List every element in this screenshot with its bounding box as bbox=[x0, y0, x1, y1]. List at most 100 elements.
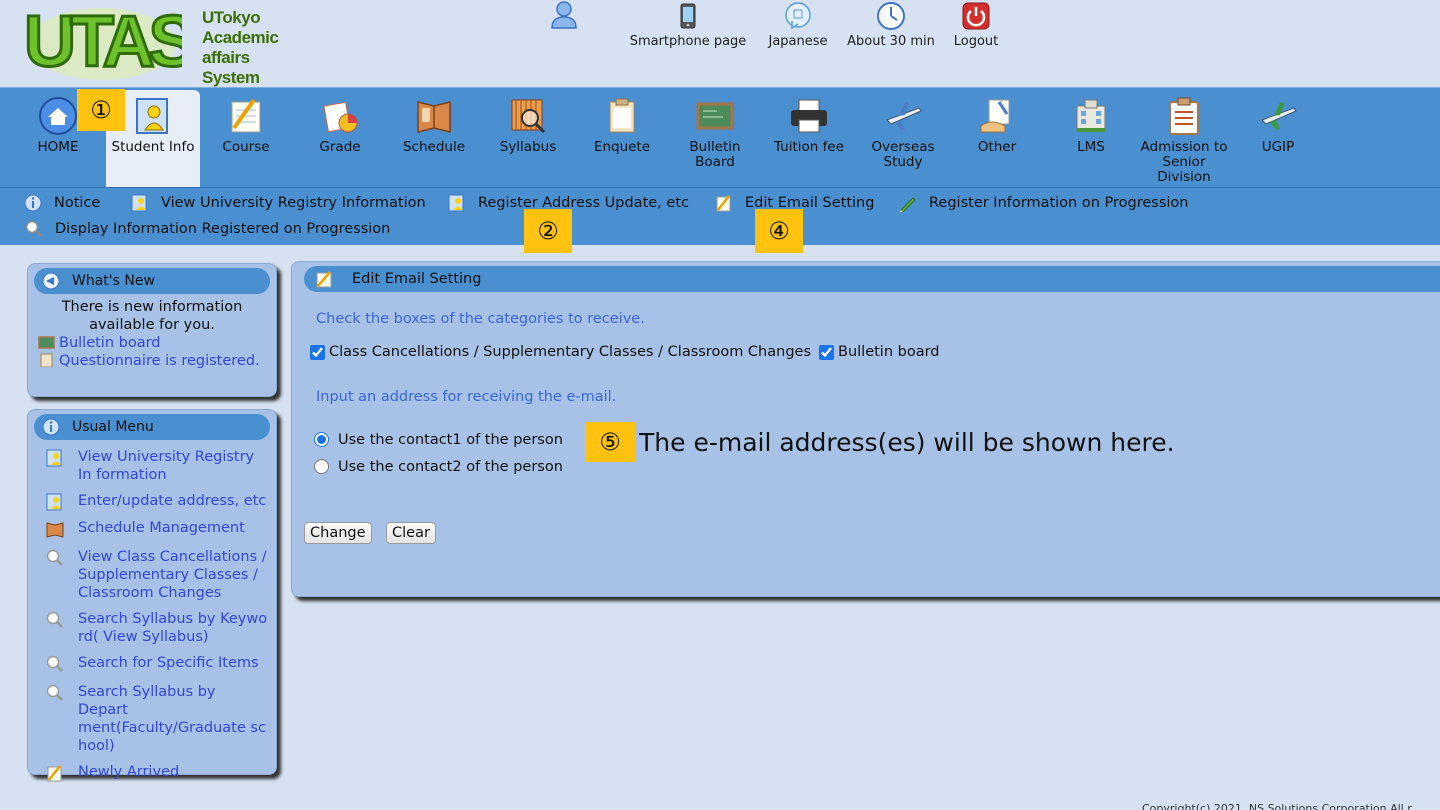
registry-icon bbox=[46, 449, 62, 467]
change-button[interactable]: Change bbox=[304, 522, 372, 544]
annotation-marker-5: ⑤ bbox=[585, 422, 635, 462]
nav-other[interactable]: Other bbox=[950, 96, 1044, 155]
usual-menu-search-items[interactable]: Search for Specific Items bbox=[46, 654, 268, 673]
svg-text:UTAS: UTAS bbox=[24, 2, 182, 82]
registry-icon bbox=[448, 194, 464, 212]
utas-logo[interactable]: UTAS UTokyo Academic affairs System bbox=[22, 0, 302, 88]
nav-bulletin-board[interactable]: Bulletin Board bbox=[668, 96, 762, 170]
bulletin-board-option[interactable]: Bulletin board bbox=[819, 344, 940, 360]
schedule-icon bbox=[46, 522, 64, 538]
pen-icon bbox=[316, 271, 332, 288]
sub-nav: Notice View University Registry Informat… bbox=[0, 187, 1440, 245]
edit-email-header: Edit Email Setting bbox=[304, 266, 1440, 292]
clock-icon bbox=[877, 2, 905, 30]
contact1-option[interactable]: Use the contact1 of the person bbox=[314, 426, 563, 453]
usual-menu-update-address[interactable]: Enter/update address, etc bbox=[46, 492, 268, 511]
smartphone-link[interactable]: Smartphone page bbox=[628, 2, 748, 49]
pen-icon bbox=[47, 765, 62, 782]
subnav-display-progression[interactable]: Display Information Registered on Progre… bbox=[25, 220, 390, 238]
usual-menu-newly-arrived[interactable]: Newly Arrived bbox=[46, 763, 268, 782]
header: UTAS UTokyo Academic affairs System Smar… bbox=[0, 0, 1440, 87]
airplane-icon bbox=[886, 102, 922, 130]
nav-overseas-study[interactable]: Overseas Study bbox=[856, 96, 950, 170]
usual-menu-class-cancellations[interactable]: View Class Cancellations / Supplementary… bbox=[46, 548, 268, 602]
nav-enquete[interactable]: Enquete bbox=[575, 96, 669, 155]
clipboard-icon bbox=[1169, 97, 1199, 135]
printer-icon bbox=[791, 99, 827, 133]
nav-syllabus[interactable]: Syllabus bbox=[481, 96, 575, 155]
whats-new-questionnaire-link[interactable]: Questionnaire is registered. bbox=[38, 352, 266, 370]
annotation-marker-1: ① bbox=[77, 89, 125, 131]
grade-icon bbox=[323, 101, 358, 133]
category-checkboxes: Class Cancellations / Supplementary Clas… bbox=[310, 344, 948, 360]
bulletin-board-icon bbox=[696, 102, 734, 130]
pen-icon bbox=[716, 195, 731, 212]
bulletin-board-icon bbox=[38, 336, 55, 349]
power-icon bbox=[962, 2, 990, 30]
nav-course[interactable]: Course bbox=[199, 96, 293, 155]
clear-button[interactable]: Clear bbox=[386, 522, 436, 544]
usual-menu-header: Usual Menu bbox=[34, 414, 270, 440]
nav-schedule[interactable]: Schedule bbox=[387, 96, 481, 155]
whats-new-message: There is new information available for y… bbox=[61, 299, 243, 333]
magnifier-icon bbox=[46, 611, 63, 628]
syllabus-icon bbox=[511, 99, 546, 134]
nav-ugip[interactable]: UGIP bbox=[1231, 96, 1325, 155]
bulletin-board-checkbox[interactable] bbox=[819, 344, 834, 360]
edit-email-panel: Edit Email Setting ? Check the boxes of … bbox=[291, 261, 1440, 597]
nav-admission-senior-division[interactable]: Admission to Senior Division bbox=[1137, 96, 1231, 185]
usual-menu-search-department[interactable]: Search Syllabus by Depart ment(Faculty/G… bbox=[46, 683, 268, 755]
smartphone-icon bbox=[680, 3, 696, 29]
session-time: About 30 min bbox=[846, 2, 936, 49]
address-options: Use the contact1 of the person Use the c… bbox=[314, 426, 563, 480]
registry-icon bbox=[46, 493, 62, 511]
usual-menu-view-registry[interactable]: View University Registry In formation bbox=[46, 448, 268, 484]
magnifier-icon bbox=[46, 549, 63, 566]
home-icon bbox=[39, 97, 77, 135]
nav-lms[interactable]: LMS bbox=[1044, 96, 1138, 155]
annotation-marker-4: ④ bbox=[755, 209, 803, 253]
info-icon bbox=[42, 418, 60, 436]
subnav-notice[interactable]: Notice bbox=[24, 194, 100, 212]
language-icon bbox=[785, 2, 811, 30]
user-icon bbox=[551, 1, 577, 29]
student-info-icon bbox=[136, 98, 168, 134]
categories-instruction: Check the boxes of the categories to rec… bbox=[316, 311, 645, 327]
subnav-view-registry[interactable]: View University Registry Information bbox=[131, 194, 426, 212]
course-icon bbox=[231, 98, 261, 133]
airplane-icon bbox=[1261, 102, 1297, 130]
annotation-marker-2: ② bbox=[524, 209, 572, 253]
usual-menu-search-keyword[interactable]: Search Syllabus by Keywo rd( View Syllab… bbox=[46, 610, 268, 646]
magnifier-icon bbox=[25, 220, 42, 237]
subnav-register-progression[interactable]: Register Information on Progression bbox=[899, 194, 1189, 212]
info-icon bbox=[24, 194, 42, 212]
nav-grade[interactable]: Grade bbox=[293, 96, 387, 155]
japanese-link[interactable]: Japanese bbox=[765, 2, 831, 49]
contact2-option[interactable]: Use the contact2 of the person bbox=[314, 453, 563, 480]
contact1-radio[interactable] bbox=[314, 432, 329, 447]
class-changes-checkbox[interactable] bbox=[310, 344, 325, 360]
address-instruction: Input an address for receiving the e-mai… bbox=[316, 389, 617, 405]
page-title: Edit Email Setting bbox=[352, 271, 482, 287]
enquete-icon bbox=[40, 353, 53, 367]
copyright: Copyright(c) 2021, NS Solutions Corporat… bbox=[1142, 802, 1412, 810]
whats-new-header: What's New bbox=[34, 268, 270, 294]
nav-tuition-fee[interactable]: Tuition fee bbox=[762, 96, 856, 155]
logout-link[interactable]: Logout bbox=[953, 2, 999, 49]
other-icon bbox=[980, 99, 1010, 133]
user-link[interactable] bbox=[549, 0, 579, 30]
utas-logo-mark: UTAS bbox=[23, 1, 203, 84]
main-nav: HOME Student Info Course Grade Schedule … bbox=[0, 87, 1440, 188]
usual-menu-schedule[interactable]: Schedule Management bbox=[46, 519, 268, 538]
building-icon bbox=[1076, 99, 1106, 132]
magnifier-icon bbox=[46, 684, 63, 701]
megaphone-icon bbox=[42, 272, 60, 290]
usual-menu-panel: Usual Menu View University Registry In f… bbox=[27, 409, 277, 782]
contact2-radio[interactable] bbox=[314, 459, 329, 474]
whats-new-panel: What's New There is new information avai… bbox=[27, 263, 277, 397]
whats-new-bulletin-link[interactable]: Bulletin board bbox=[38, 334, 266, 352]
magnifier-icon bbox=[46, 655, 63, 672]
class-changes-option[interactable]: Class Cancellations / Supplementary Clas… bbox=[310, 344, 811, 360]
schedule-icon bbox=[417, 101, 451, 133]
registry-icon bbox=[131, 194, 147, 212]
